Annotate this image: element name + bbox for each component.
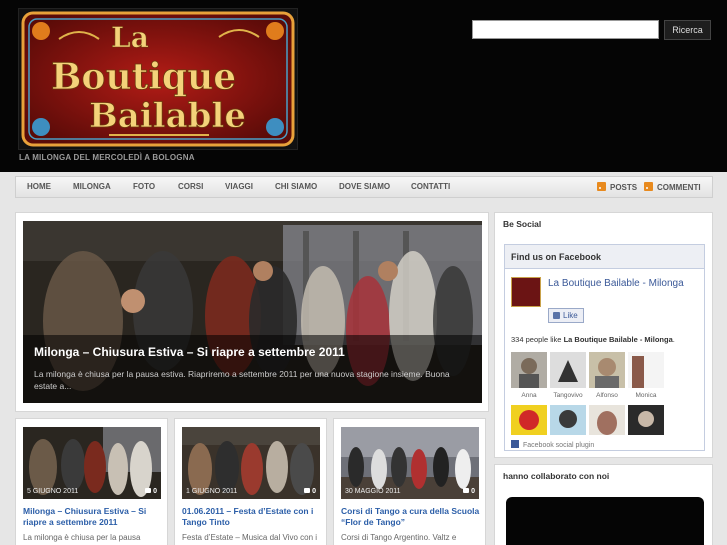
post-excerpt: Corsi di Tango Argentino. Valtz e [341,533,457,542]
facebook-fan[interactable]: Tangovivo [550,352,586,399]
post-excerpt: Festa d’Estate – Musica dal Vivo con i [182,533,318,542]
collaborators-widget: hanno collaborato con noi [494,464,713,545]
post-card: 5 GIUGNO 2011 0 Milonga – Chiusura Estiv… [15,418,168,545]
post-title[interactable]: Milonga – Chiusura Estiva – Si riapre a … [23,506,163,528]
comment-count[interactable]: 0 [463,488,475,495]
facebook-fan[interactable] [628,405,664,441]
nav-item-foto[interactable]: FOTO [133,182,155,191]
nav-item-home[interactable]: HOME [27,182,51,191]
nav-item-contatti[interactable]: CONTATTI [411,182,450,191]
featured-excerpt: La milonga è chiusa per la pausa estiva.… [34,369,450,391]
comments-feed-link[interactable]: COMMENTI [644,182,701,192]
facebook-fan[interactable] [589,405,625,441]
rss-icon [644,182,653,191]
post-title[interactable]: Corsi di Tango a cura della Scuola “Flor… [341,506,481,528]
post-card: 30 MAGGIO 2011 0 Corsi di Tango a cura d… [333,418,486,545]
rss-icon [597,182,606,191]
social-widget-title: Be Social [503,219,542,229]
fan-avatar [628,352,664,388]
fan-name: Anna [521,392,537,399]
fan-avatar [589,405,625,441]
logo-text-bailable: Bailable [89,96,246,136]
facebook-like-count-page[interactable]: La Boutique Bailable - Milonga [564,335,673,344]
nav-item-corsi[interactable]: CORSI [178,182,203,191]
search-input[interactable] [472,20,659,39]
search-button[interactable]: Ricerca [664,20,711,40]
embedded-video[interactable] [506,497,704,545]
main-nav: HOME MILONGA FOTO CORSI VIAGGI CHI SIAMO… [15,176,713,198]
featured-caption: Milonga – Chiusura Estiva – Si riapre a … [23,335,482,403]
facebook-fan[interactable]: Alfonso [589,352,625,399]
facebook-fan[interactable] [511,405,547,441]
facebook-fan[interactable] [550,405,586,441]
logo-text-la: La [111,21,149,54]
site-header: La Boutique Bailable LA MILONGA DEL MERC… [0,0,727,172]
fan-name: Alfonso [596,392,618,399]
social-widget: Be Social Find us on Facebook La Boutiqu… [494,212,713,458]
fan-avatar [589,352,625,388]
featured-title[interactable]: Milonga – Chiusura Estiva – Si riapre a … [34,345,345,359]
facebook-page-name[interactable]: La Boutique Bailable - Milonga [548,278,698,290]
fan-name: Tangovivo [553,392,583,399]
facebook-like-count: 334 people like La Boutique Bailable - M… [511,335,675,344]
nav-item-viaggi[interactable]: VIAGGI [225,182,253,191]
post-thumbnail[interactable]: 30 MAGGIO 2011 0 [341,427,479,499]
facebook-like-count-text: 334 people like [511,335,562,344]
collaborators-widget-title: hanno collaborato con noi [503,471,610,481]
fan-avatar [511,405,547,441]
facebook-fan[interactable]: Anna [511,352,547,399]
post-card: 1 GIUGNO 2011 0 01.06.2011 – Festa d’Est… [174,418,327,545]
post-thumbnail[interactable]: 5 GIUGNO 2011 0 [23,427,161,499]
logo-text-boutique: Boutique [51,56,236,98]
facebook-fan[interactable]: Monica [628,352,664,399]
post-date: 5 GIUGNO 2011 [27,488,79,495]
fan-avatar [550,405,586,441]
site-tagline: LA MILONGA DEL MERCOLEDÌ A BOLOGNA [19,153,195,162]
site-logo[interactable]: La Boutique Bailable [18,8,298,150]
facebook-plugin-label[interactable]: Facebook social plugin [511,440,594,449]
nav-item-milonga[interactable]: MILONGA [73,182,111,191]
comment-count[interactable]: 0 [304,488,316,495]
post-title[interactable]: 01.06.2011 – Festa d’Estate con i Tango … [182,506,322,528]
facebook-like-box: Find us on Facebook La Boutique Bailable… [504,244,705,451]
post-date: 1 GIUGNO 2011 [186,488,238,495]
comments-feed-label: COMMENTI [657,183,701,192]
fan-name: Monica [635,392,657,399]
fan-avatar [628,405,664,441]
post-date: 30 MAGGIO 2011 [345,488,401,495]
fan-avatar [511,352,547,388]
post-thumbnail[interactable]: 1 GIUGNO 2011 0 [182,427,320,499]
featured-slider: Milonga – Chiusura Estiva – Si riapre a … [15,212,489,412]
comment-count[interactable]: 0 [145,488,157,495]
facebook-page-avatar[interactable] [511,277,541,307]
posts-feed-link[interactable]: POSTS [597,182,637,192]
facebook-box-header: Find us on Facebook [505,245,704,269]
post-excerpt: La milonga è chiusa per la pausa [23,533,141,542]
fan-avatar [550,352,586,388]
facebook-like-button[interactable]: Like [548,308,584,323]
posts-feed-label: POSTS [610,183,638,192]
nav-item-dove-siamo[interactable]: DOVE SIAMO [339,182,390,191]
featured-photo[interactable]: Milonga – Chiusura Estiva – Si riapre a … [23,221,482,403]
nav-item-chi-siamo[interactable]: CHI SIAMO [275,182,317,191]
facebook-box-header-text: Find us on Facebook [511,252,602,262]
